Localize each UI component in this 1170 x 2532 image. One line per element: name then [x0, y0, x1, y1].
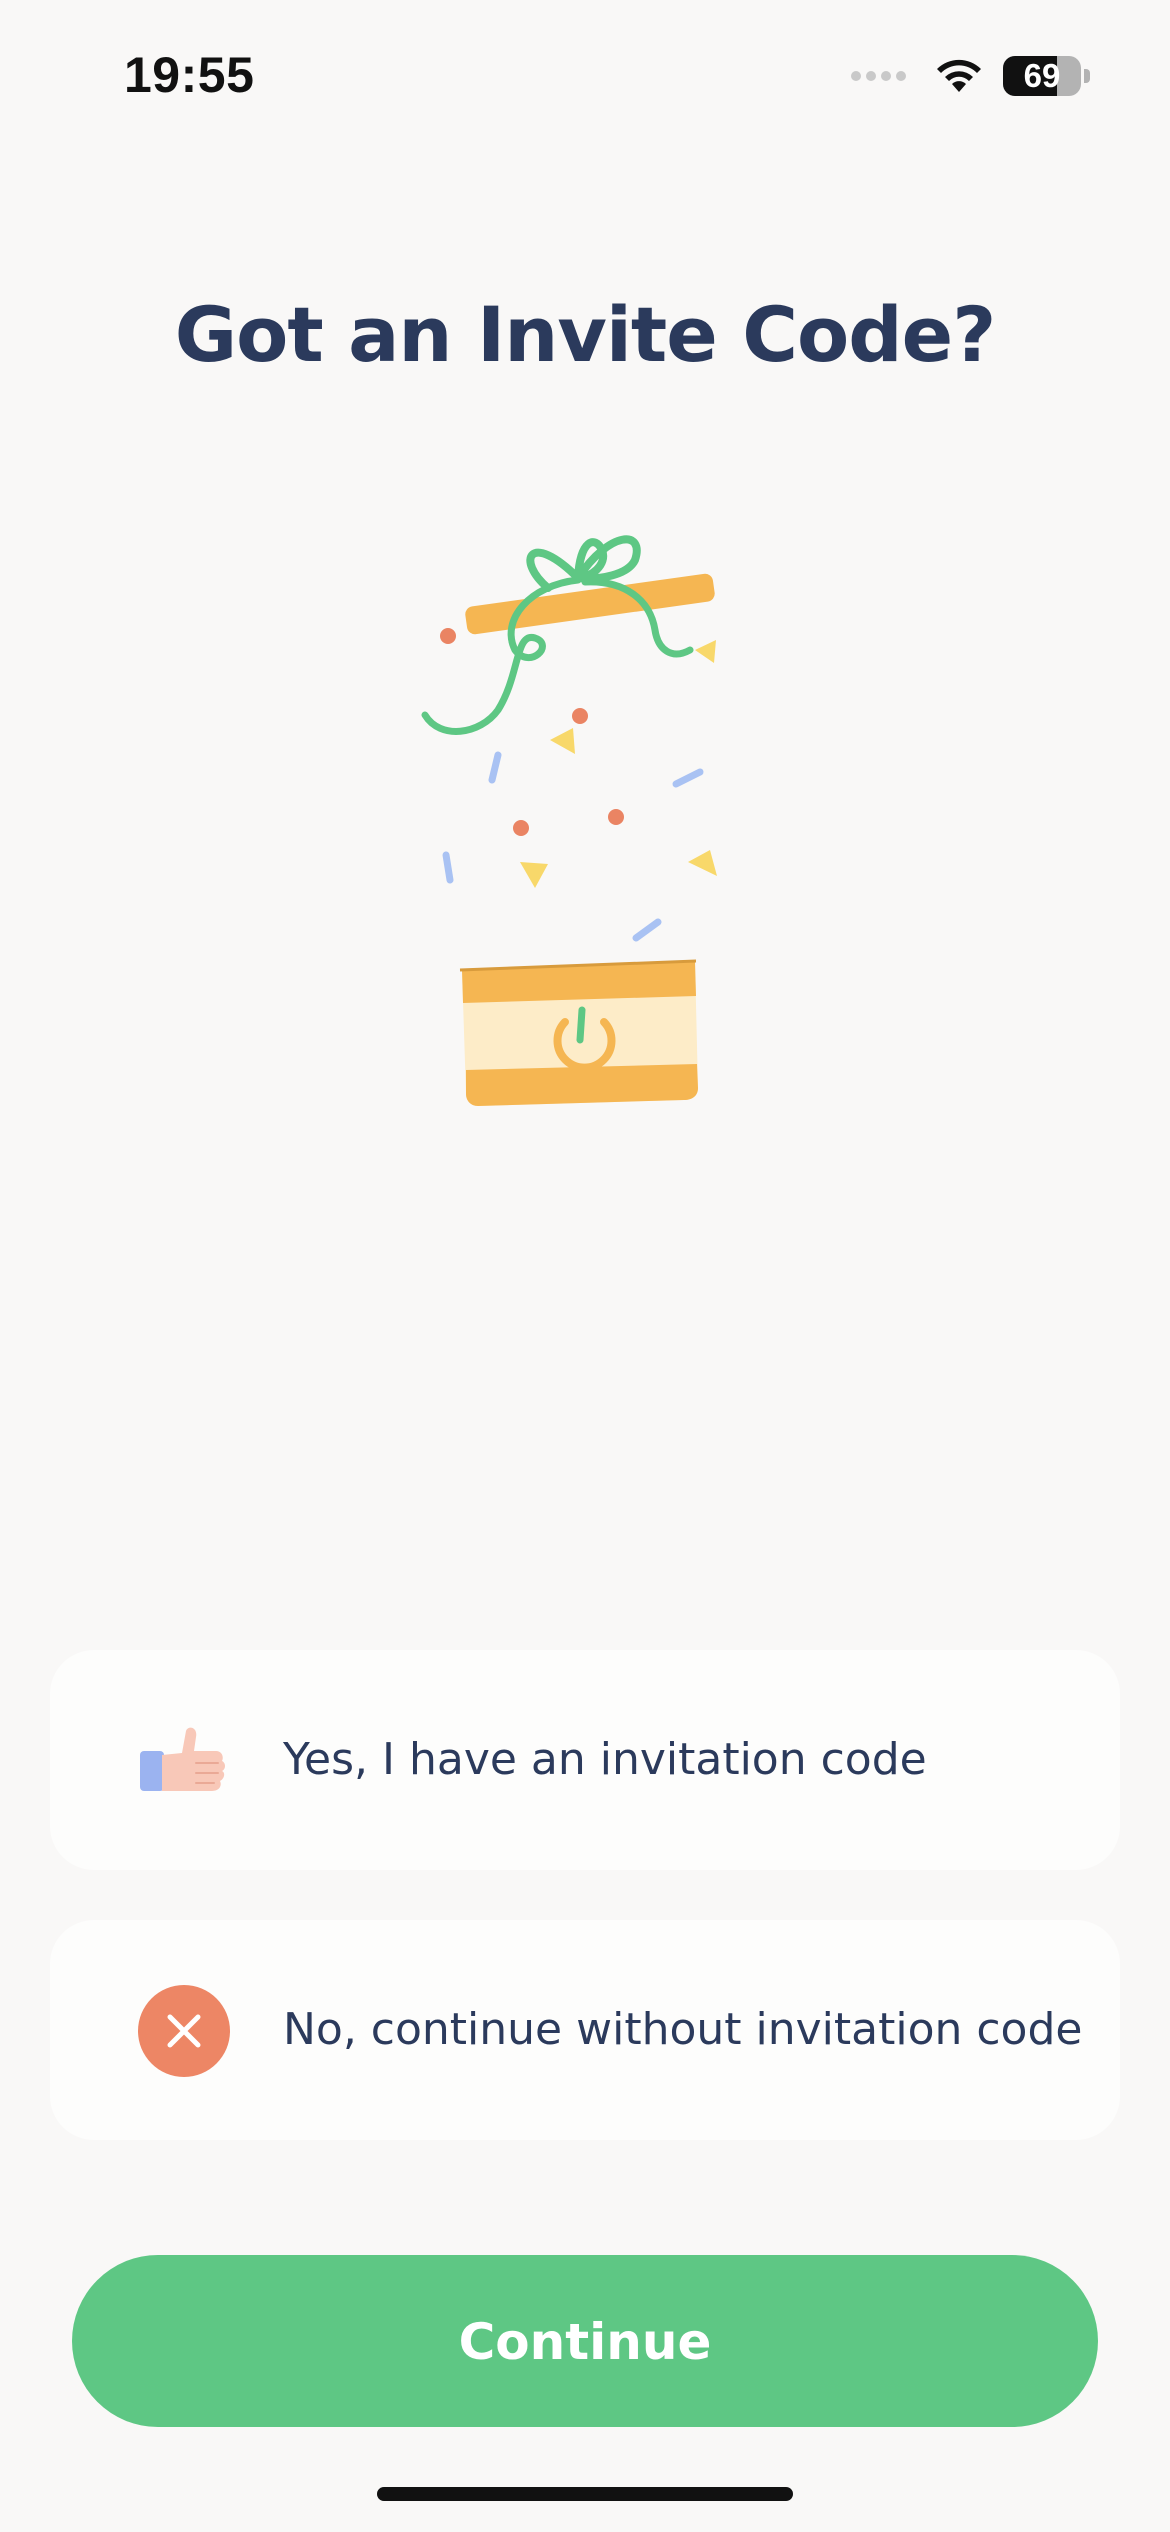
battery-icon: 69 [1003, 56, 1081, 96]
confetti-triangle [550, 728, 575, 754]
confetti-dot [608, 809, 624, 825]
close-circle-icon [138, 1985, 230, 2077]
signal-dots-icon [851, 71, 911, 81]
confetti-dot [572, 708, 588, 724]
confetti-triangle [688, 850, 717, 876]
power-icon-stem [576, 1006, 586, 1044]
confetti-dot [513, 820, 529, 836]
confetti-bar [442, 851, 454, 884]
home-indicator [377, 2487, 793, 2501]
status-time: 19:55 [124, 47, 255, 103]
continue-button[interactable]: Continue [72, 2255, 1098, 2427]
option-yes-label: Yes, I have an invitation code [283, 1734, 927, 1785]
option-no-label: No, continue without invitation code [283, 2004, 1083, 2055]
confetti-bar [488, 751, 502, 784]
status-icons: 69 [851, 56, 1090, 96]
thumbs-up-icon [140, 1727, 225, 1791]
confetti-bar [632, 918, 662, 942]
close-icon [167, 2014, 201, 2048]
gift-box-confetti-illustration [421, 535, 717, 1106]
page-title: Got an Invite Code? [174, 290, 997, 379]
battery-level: 69 [1023, 57, 1061, 94]
confetti-triangle [695, 640, 716, 663]
confetti-dot [440, 628, 456, 644]
option-yes-invitation[interactable]: Yes, I have an invitation code [50, 1650, 1120, 1870]
confetti-bar [672, 768, 704, 788]
wifi-icon [937, 59, 981, 92]
option-no-invitation[interactable]: No, continue without invitation code [50, 1920, 1120, 2140]
battery-cap [1084, 69, 1090, 83]
status-bar: 19:55 69 [0, 0, 1170, 150]
confetti-triangle [520, 862, 548, 888]
